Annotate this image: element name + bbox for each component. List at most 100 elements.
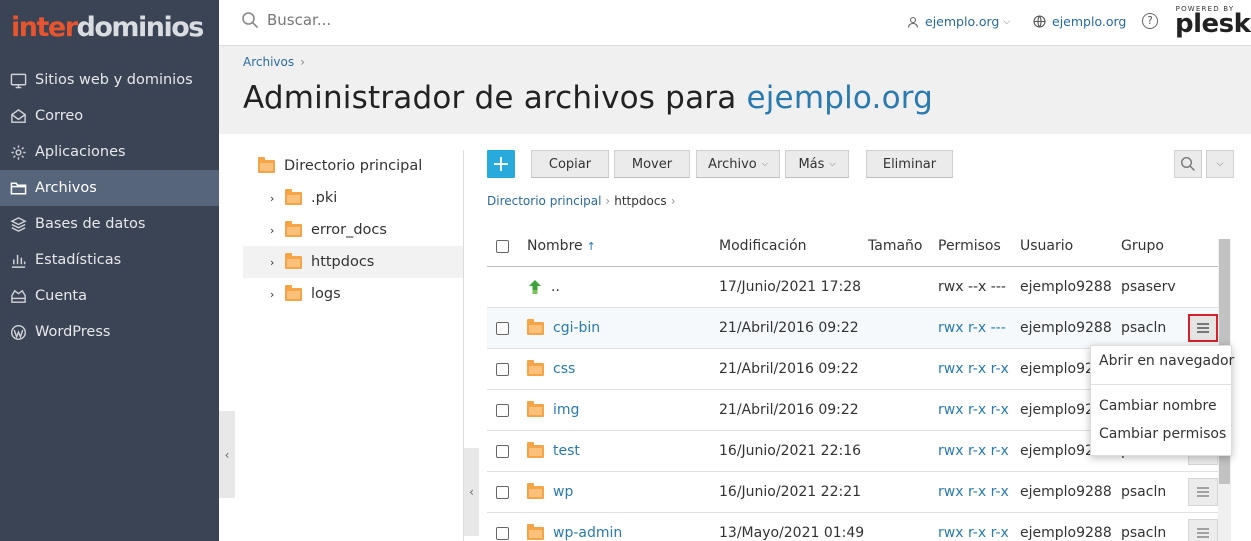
modified-cell: 21/Abril/2016 09:22	[719, 402, 859, 418]
sidebar-item-stats[interactable]: Estadísticas	[0, 242, 219, 278]
file-name-link[interactable]: test	[527, 431, 580, 471]
sidebar-item-label: Sitios web y dominios	[35, 72, 193, 88]
delete-button[interactable]: Eliminar	[866, 150, 953, 178]
tree-item-httpdocs[interactable]: › httpdocs	[243, 246, 463, 278]
file-name-link[interactable]: wp	[527, 472, 573, 512]
sidebar-item-databases[interactable]: Bases de datos	[0, 206, 219, 242]
file-name-link[interactable]: img	[527, 390, 579, 430]
search-toggle-button[interactable]	[1174, 150, 1202, 178]
breadcrumb-link[interactable]: Archivos	[243, 55, 294, 69]
table-row[interactable]: cgi-bin 21/Abril/2016 09:22 rwx r-x --- …	[487, 308, 1231, 349]
help-icon[interactable]: ?	[1142, 13, 1158, 29]
table-header: Nombre ↑ Modificación Tamaño Permisos Usu…	[487, 226, 1231, 267]
folder-icon	[285, 220, 302, 237]
permissions-link[interactable]: rwx r-x r-x	[938, 390, 1009, 430]
tree-item-pki[interactable]: › .pki	[243, 182, 463, 214]
briefcase-icon	[11, 289, 26, 303]
permissions-cell: rwx --x ---	[938, 279, 1006, 295]
sidebar-item-label: Archivos	[35, 180, 97, 196]
chevron-down-icon: ⌵	[829, 159, 836, 168]
column-group[interactable]: Grupo	[1121, 226, 1164, 266]
permissions-link[interactable]: rwx r-x r-x	[938, 472, 1009, 512]
modified-cell: 21/Abril/2016 09:22	[719, 361, 859, 377]
more-menu-button[interactable]: Más ⌵	[785, 150, 849, 178]
folder-icon	[285, 252, 302, 269]
sidebar-item-websites[interactable]: Sitios web y dominios	[0, 62, 219, 98]
chevron-down-icon: ⌵	[1216, 159, 1224, 169]
column-name[interactable]: Nombre ↑	[527, 226, 596, 266]
row-checkbox[interactable]	[496, 390, 509, 430]
sidebar-item-label: WordPress	[35, 324, 111, 340]
menu-item-open-in-browser[interactable]: Abrir en navegador	[1099, 353, 1234, 369]
tree-collapse-button[interactable]: ‹	[464, 448, 479, 536]
add-button[interactable]: +	[487, 150, 515, 178]
permissions-link[interactable]: rwx r-x r-x	[938, 431, 1009, 471]
menu-item-change-permissions[interactable]: Cambiar permisos	[1099, 426, 1226, 442]
folder-icon	[527, 318, 544, 335]
menu-item-rename[interactable]: Cambiar nombre	[1099, 398, 1217, 414]
sidebar-item-wordpress[interactable]: WordPress	[0, 314, 219, 350]
path-breadcrumb: Directorio principal › httpdocs ›	[487, 194, 680, 208]
permissions-link[interactable]: rwx r-x r-x	[938, 513, 1009, 541]
tree-item-root[interactable]: Directorio principal	[243, 150, 463, 182]
tree-item-error-docs[interactable]: › error_docs	[243, 214, 463, 246]
folder-icon	[527, 482, 544, 499]
sidebar-item-account[interactable]: Cuenta	[0, 278, 219, 314]
plus-icon: +	[491, 151, 511, 177]
brand-logo[interactable]: interdominios	[11, 12, 204, 44]
row-checkbox[interactable]	[496, 308, 509, 348]
title-area: Archivos › Administrador de archivos para…	[219, 46, 1251, 134]
search-input[interactable]: Buscar...	[267, 11, 331, 29]
sidebar-collapse-button[interactable]: ‹	[219, 411, 235, 498]
row-checkbox[interactable]	[496, 349, 509, 389]
row-menu-button[interactable]	[1188, 478, 1218, 506]
copy-button[interactable]: Copiar	[531, 150, 609, 178]
group-cell: psacln	[1121, 484, 1167, 500]
column-modified[interactable]: Modificación	[719, 226, 807, 266]
search-options-button[interactable]: ⌵	[1206, 150, 1234, 178]
folder-icon	[285, 284, 302, 301]
column-user[interactable]: Usuario	[1020, 226, 1073, 266]
permissions-link[interactable]: rwx r-x r-x	[938, 349, 1009, 389]
user-menu-label: ejemplo.org	[925, 14, 1000, 29]
file-name-link[interactable]: css	[527, 349, 575, 389]
folder-icon	[258, 156, 275, 173]
table-row[interactable]: wp 16/Junio/2021 22:21 rwx r-x r-x ejemp…	[487, 472, 1231, 513]
modified-cell: 17/Junio/2021 17:28	[719, 279, 862, 295]
folder-icon	[527, 441, 544, 458]
row-checkbox[interactable]	[496, 472, 509, 512]
file-menu-button[interactable]: Archivo ⌵	[696, 150, 780, 178]
row-checkbox[interactable]	[496, 513, 509, 541]
search-icon	[1180, 156, 1195, 171]
permissions-link[interactable]: rwx r-x ---	[938, 308, 1006, 348]
user-menu[interactable]: ejemplo.org ⌵	[907, 14, 1010, 29]
row-menu-button[interactable]	[1188, 314, 1218, 342]
table-row[interactable]: wp-admin 13/Mayo/2021 01:49 rwx r-x r-x …	[487, 513, 1231, 541]
move-button[interactable]: Mover	[614, 150, 690, 178]
table-row[interactable]: .. 17/Junio/2021 17:28 rwx --x --- ejemp…	[487, 267, 1231, 308]
domain-link[interactable]: ejemplo.org	[1033, 14, 1126, 29]
parent-directory-link[interactable]: ..	[527, 267, 560, 307]
row-menu-button[interactable]	[1188, 519, 1218, 541]
row-checkbox[interactable]	[496, 431, 509, 471]
globe-icon	[1033, 15, 1046, 28]
column-permissions[interactable]: Permisos	[938, 226, 1001, 266]
chevron-right-icon[interactable]: ›	[270, 192, 280, 205]
chevron-right-icon[interactable]: ›	[270, 224, 280, 237]
column-size[interactable]: Tamaño	[868, 226, 922, 266]
sidebar-item-mail[interactable]: Correo	[0, 98, 219, 134]
modified-cell: 21/Abril/2016 09:22	[719, 320, 859, 336]
modified-cell: 16/Junio/2021 22:21	[719, 484, 862, 500]
file-name-link[interactable]: cgi-bin	[527, 308, 600, 348]
chevron-right-icon[interactable]: ›	[270, 288, 280, 301]
sidebar-item-files[interactable]: Archivos	[0, 170, 219, 206]
tree-item-logs[interactable]: › logs	[243, 278, 463, 310]
hamburger-icon	[1197, 323, 1209, 333]
search-box[interactable]: Buscar...	[241, 11, 331, 29]
file-name-link[interactable]: wp-admin	[527, 513, 622, 541]
page-title-domain[interactable]: ejemplo.org	[746, 80, 933, 116]
sidebar-item-apps[interactable]: Aplicaciones	[0, 134, 219, 170]
path-root-link[interactable]: Directorio principal	[487, 194, 601, 208]
chevron-right-icon[interactable]: ›	[270, 256, 280, 269]
select-all-checkbox[interactable]	[496, 226, 509, 266]
